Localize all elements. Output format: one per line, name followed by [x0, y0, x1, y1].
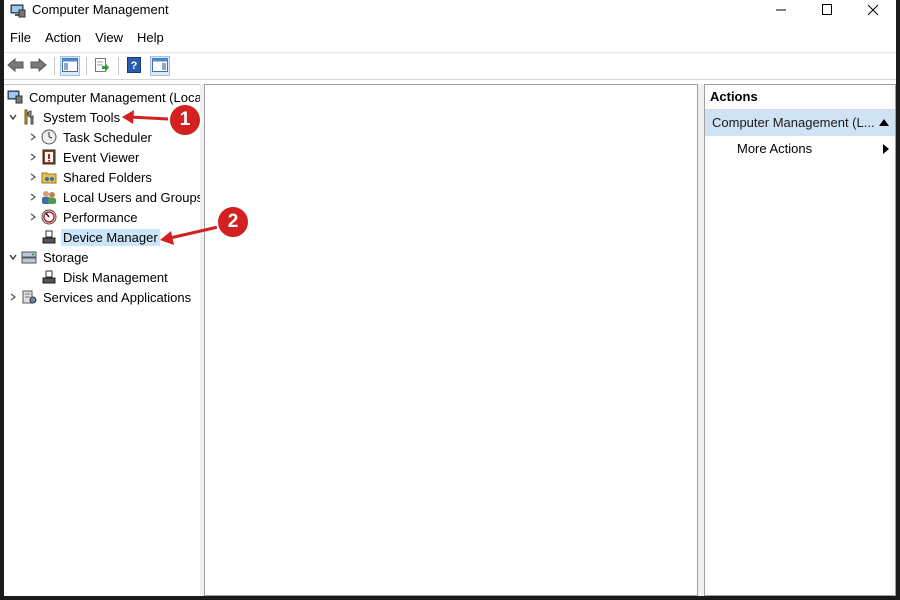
help-button[interactable]: ? — [124, 56, 144, 76]
close-button[interactable] — [850, 0, 896, 22]
tree-label: Shared Folders — [63, 169, 152, 185]
actions-section-computer-management[interactable]: Computer Management (L... — [705, 110, 895, 136]
title-bar: Computer Management — [4, 0, 896, 26]
computer-management-icon — [6, 88, 24, 106]
console-tree: Computer Management (Local System Tools … — [4, 84, 200, 596]
menu-view[interactable]: View — [89, 27, 129, 49]
submenu-arrow-icon — [883, 144, 889, 154]
svg-text:?: ? — [131, 60, 138, 72]
tree-item-event-viewer[interactable]: Event Viewer — [26, 147, 141, 167]
back-button[interactable] — [6, 56, 26, 76]
maximize-icon — [821, 3, 833, 19]
more-actions-item[interactable]: More Actions — [705, 136, 895, 162]
back-arrow-icon — [7, 57, 25, 75]
menu-action[interactable]: Action — [39, 27, 87, 49]
window-title: Computer Management — [32, 2, 169, 17]
toolbar-separator — [54, 57, 55, 75]
chevron-right-icon[interactable] — [26, 187, 40, 207]
actions-pane: Actions Computer Management (L... More A… — [704, 84, 896, 596]
chevron-right-icon[interactable] — [26, 167, 40, 187]
minimize-button[interactable] — [758, 0, 804, 22]
chevron-right-icon[interactable] — [26, 127, 40, 147]
tree-label: Storage — [43, 249, 89, 265]
tree-item-system-tools[interactable]: System Tools — [6, 107, 122, 127]
show-hide-console-tree-button[interactable] — [60, 56, 80, 76]
toolbar-separator — [118, 57, 119, 75]
disk-management-icon — [40, 268, 58, 286]
forward-arrow-icon — [29, 57, 47, 75]
tree-item-task-scheduler[interactable]: Task Scheduler — [26, 127, 154, 147]
export-list-button[interactable] — [92, 56, 112, 76]
tree-label: Services and Applications — [43, 289, 192, 305]
tree-item-shared-folders[interactable]: Shared Folders — [26, 167, 154, 187]
tree-item-disk-management[interactable]: Disk Management — [26, 267, 170, 287]
chevron-down-icon[interactable] — [6, 107, 20, 127]
console-tree-icon — [62, 57, 78, 75]
users-icon — [40, 188, 58, 206]
annotation-callout-2: 2 — [216, 205, 250, 239]
event-viewer-icon — [40, 148, 58, 166]
action-pane-icon — [152, 57, 168, 75]
menu-help[interactable]: Help — [131, 27, 170, 49]
toolbar: ? — [4, 52, 896, 80]
tree-item-services-and-applications[interactable]: Services and Applications — [6, 287, 193, 307]
help-book-icon: ? — [127, 56, 141, 76]
tree-label: Local Users and Groups — [63, 189, 200, 205]
tree-label: Task Scheduler — [63, 129, 152, 145]
maximize-button[interactable] — [804, 0, 850, 22]
chevron-right-icon[interactable] — [26, 147, 40, 167]
actions-section-label: Computer Management (L... — [712, 115, 875, 130]
collapse-up-icon[interactable] — [879, 119, 889, 126]
tree-label: Disk Management — [63, 269, 168, 285]
computer-management-window: Computer Management File Action View Hel… — [4, 0, 896, 596]
more-actions-label: More Actions — [737, 141, 813, 156]
results-pane — [204, 84, 698, 596]
toolbar-separator — [86, 57, 87, 75]
chevron-right-icon[interactable] — [6, 287, 20, 307]
tree-item-device-manager[interactable]: Device Manager — [26, 227, 160, 247]
storage-icon — [20, 248, 38, 266]
computer-management-app-icon — [10, 4, 26, 18]
clock-icon — [40, 128, 58, 146]
tree-label: Device Manager — [61, 228, 160, 246]
chevron-right-icon[interactable] — [26, 207, 40, 227]
menu-bar: File Action View Help — [4, 27, 896, 49]
services-icon — [20, 288, 38, 306]
tree-label: Performance — [63, 209, 138, 225]
tree-item-storage[interactable]: Storage — [6, 247, 91, 267]
tree-label: Event Viewer — [63, 149, 140, 165]
minimize-icon — [775, 4, 787, 19]
shared-folder-icon — [40, 168, 58, 186]
tree-item-local-users-and-groups[interactable]: Local Users and Groups — [26, 187, 200, 207]
menu-file[interactable]: File — [4, 27, 37, 49]
close-icon — [867, 4, 879, 19]
actions-header: Actions — [705, 85, 895, 110]
device-manager-icon — [40, 228, 58, 246]
tree-item-performance[interactable]: Performance — [26, 207, 139, 227]
system-tools-icon — [20, 108, 38, 126]
tree-label: Computer Management (Local — [29, 89, 200, 105]
tree-label: System Tools — [43, 109, 121, 125]
export-list-icon — [94, 57, 110, 76]
show-hide-action-pane-button[interactable] — [150, 56, 170, 76]
chevron-down-icon[interactable] — [6, 247, 20, 267]
performance-gauge-icon — [40, 208, 58, 226]
forward-button[interactable] — [28, 56, 48, 76]
tree-item-computer-management[interactable]: Computer Management (Local — [6, 87, 200, 107]
annotation-callout-1: 1 — [168, 103, 202, 137]
